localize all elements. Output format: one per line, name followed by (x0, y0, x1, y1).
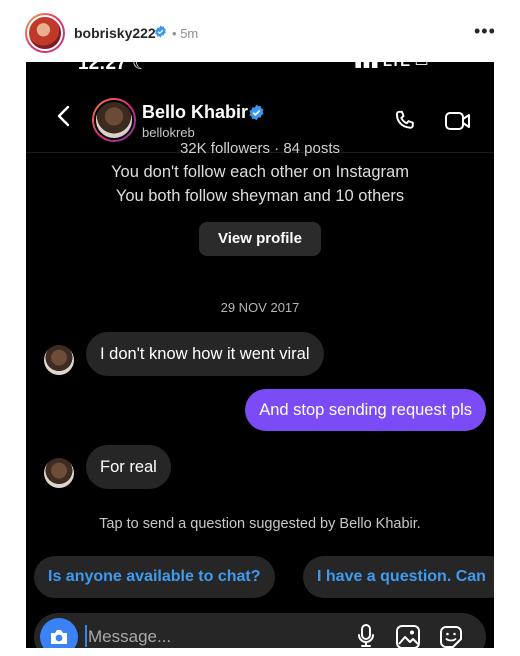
phone-icon[interactable] (392, 108, 418, 134)
message-composer (34, 613, 486, 648)
message-bubble-incoming: For real (86, 445, 171, 489)
video-call-icon[interactable] (444, 108, 472, 134)
post-author-avatar[interactable] (25, 13, 65, 53)
message-bubble-outgoing: And stop sending request pls (245, 389, 486, 431)
status-bar: 12:27 ☾ ▮▮▮ LTE ▭ (26, 62, 494, 74)
dm-screenshot: 12:27 ☾ ▮▮▮ LTE ▭ Bello Khabir bellokreb… (26, 62, 494, 648)
camera-icon (51, 630, 67, 644)
suggested-question-chip[interactable]: Is anyone available to chat? (34, 556, 275, 598)
back-arrow-icon[interactable] (56, 105, 70, 127)
mutual-follows: You both follow sheyman and 10 others (115, 187, 405, 205)
contact-name[interactable]: Bello Khabir (142, 102, 248, 123)
message-avatar (44, 345, 74, 375)
follow-status: You don't follow each other on Instagram (111, 163, 409, 181)
suggestion-note: Tap to send a question suggested by Bell… (99, 516, 421, 532)
contact-handle: bellokreb (142, 125, 195, 140)
profile-stats: 32K followers · 84 posts (179, 140, 341, 157)
message-input[interactable] (86, 621, 290, 648)
microphone-icon[interactable] (356, 623, 376, 648)
message-bubble-incoming: I don't know how it went viral (86, 332, 324, 376)
post-username[interactable]: bobrisky222 (74, 25, 156, 41)
suggested-question-chip[interactable]: I have a question. Can (303, 556, 494, 598)
camera-button[interactable] (40, 618, 78, 648)
sticker-icon[interactable] (438, 624, 464, 648)
gallery-icon[interactable] (395, 624, 421, 648)
status-indicators: ▮▮▮ LTE ▭ (354, 62, 429, 70)
post-header: bobrisky222 • 5m ••• (0, 0, 520, 62)
date-separator: 29 NOV 2017 (220, 300, 300, 315)
verified-badge-icon (155, 25, 166, 38)
verified-badge-icon (249, 104, 264, 121)
post-time: • 5m (172, 26, 199, 41)
status-time: 12:27 ☾ (78, 62, 149, 74)
message-avatar (44, 458, 74, 488)
contact-avatar[interactable] (92, 98, 136, 142)
more-options-icon[interactable]: ••• (474, 21, 496, 42)
view-profile-button[interactable]: View profile (199, 222, 321, 256)
